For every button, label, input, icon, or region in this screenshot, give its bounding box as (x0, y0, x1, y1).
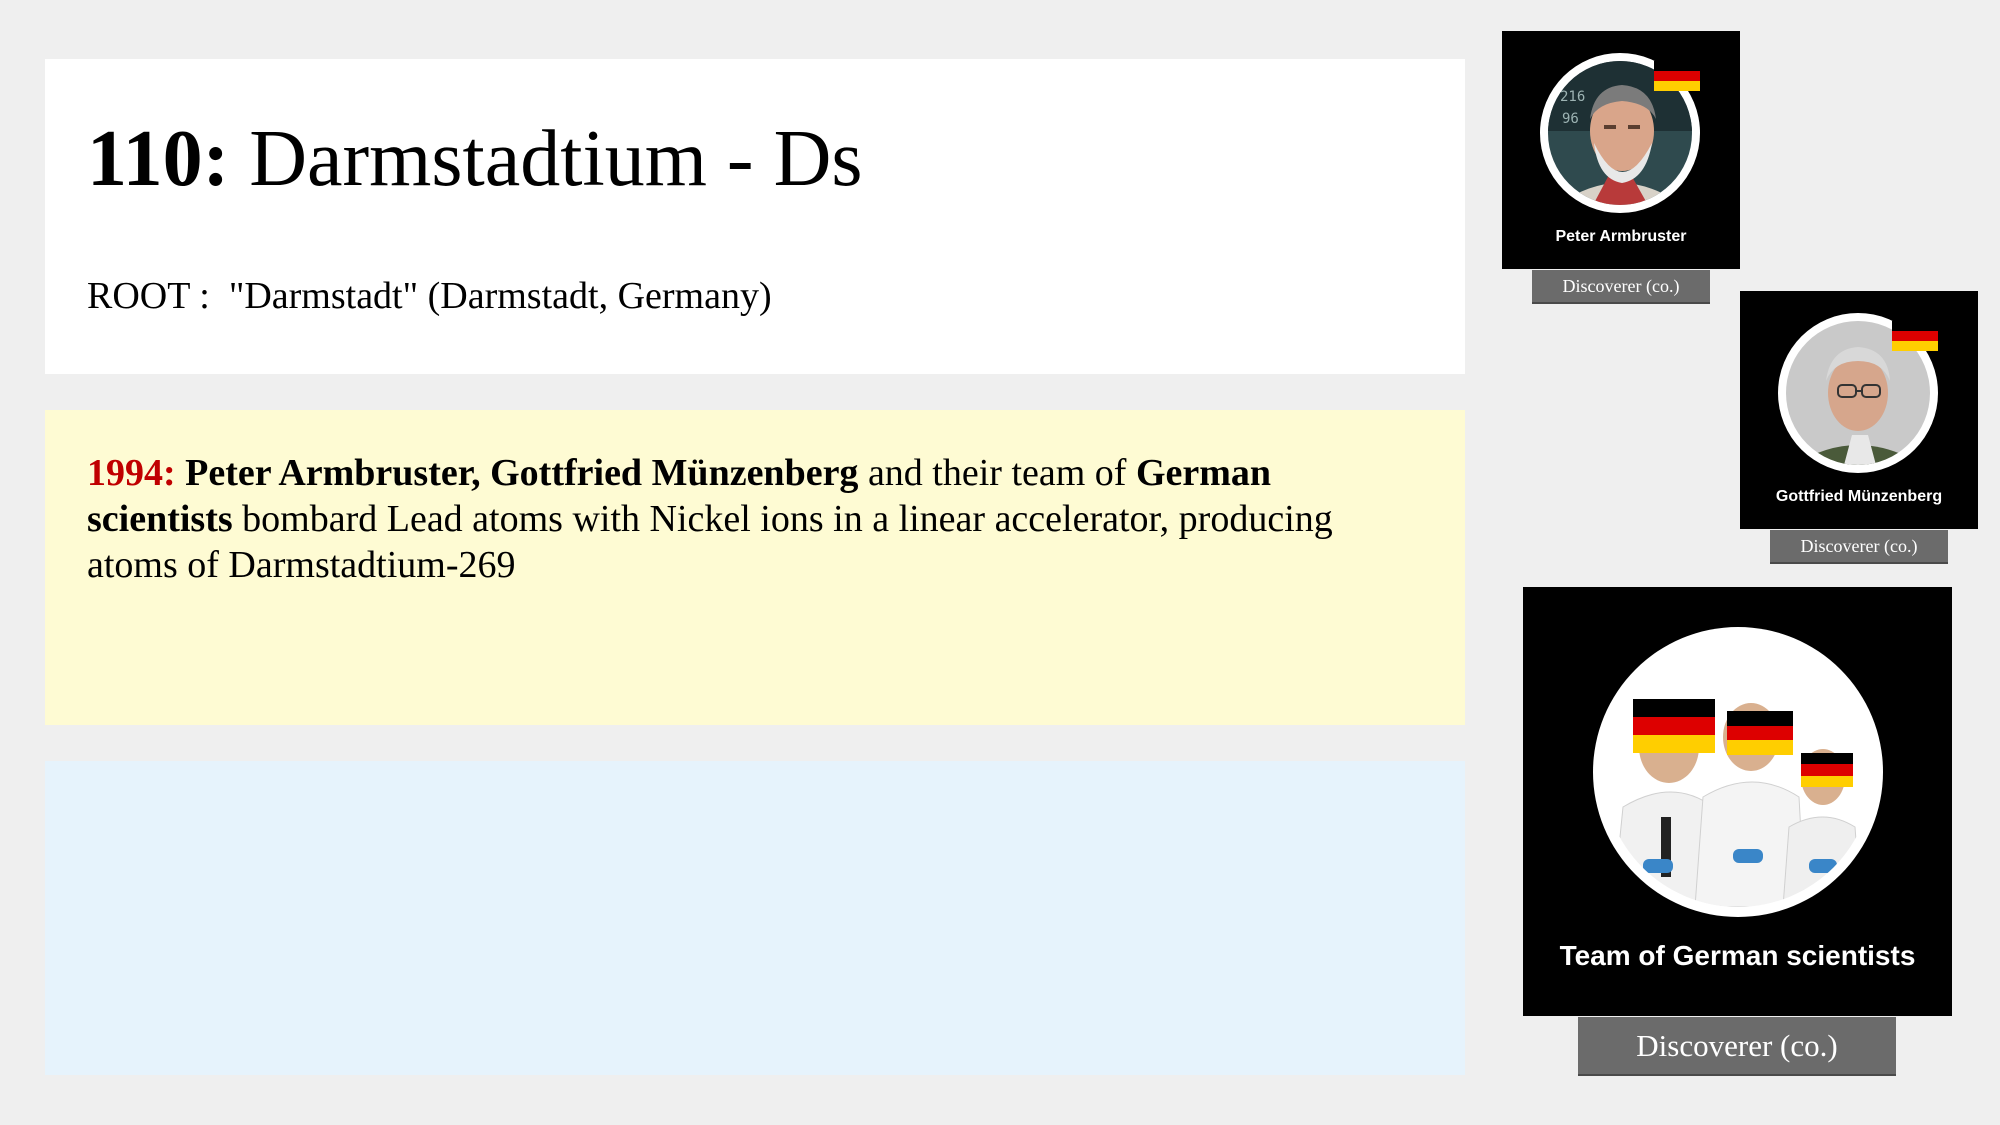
discoverer-badge: Discoverer (co.) (1770, 530, 1948, 564)
discovery-year: 1994: (87, 452, 176, 494)
germany-flag-icon (1633, 699, 1715, 753)
germany-flag-icon (1801, 753, 1853, 787)
discovery-text-part-2: bombard Lead atoms with Nickel ions in a… (87, 498, 1333, 586)
discovery-panel: 1994: Peter Armbruster, Gottfried Münzen… (45, 410, 1465, 725)
discovery-text-part-1: and their team of (858, 452, 1136, 494)
discoverer-card-muenzenberg: Gottfried Münzenberg (1740, 291, 1978, 529)
discovery-text: 1994: Peter Armbruster, Gottfried Münzen… (87, 450, 1407, 588)
discoverer-name: Peter Armbruster (1555, 228, 1687, 245)
discoverers-names: Peter Armbruster, Gottfried Münzenberg (185, 452, 859, 494)
discoverer-badge: Discoverer (co.) (1532, 270, 1710, 304)
element-name-symbol: Darmstadtium - Ds (249, 115, 863, 203)
element-number: 110: (87, 115, 230, 203)
discoverer-badge: Discoverer (co.) (1578, 1017, 1896, 1076)
title-panel: 110: Darmstadtium - Ds ROOT : "Darmstadt… (45, 59, 1465, 374)
germany-flag-icon (1892, 321, 1938, 351)
discoverer-card-armbruster: 216 96 Peter Armbruster (1502, 31, 1740, 269)
discoverer-name: Team of German scientists (1559, 940, 1916, 971)
etymology-root: ROOT : "Darmstadt" (Darmstadt, Germany) (87, 275, 772, 317)
germany-flag-icon (1654, 61, 1700, 91)
svg-text:216: 216 (1560, 89, 1585, 105)
discoverer-name: Gottfried Münzenberg (1775, 488, 1943, 505)
element-title: 110: Darmstadtium - Ds (87, 119, 862, 199)
germany-flag-icon (1727, 711, 1793, 756)
svg-text:96: 96 (1562, 111, 1579, 127)
notes-panel (45, 761, 1465, 1075)
discoverer-card-team: Team of German scientists (1523, 587, 1952, 1016)
